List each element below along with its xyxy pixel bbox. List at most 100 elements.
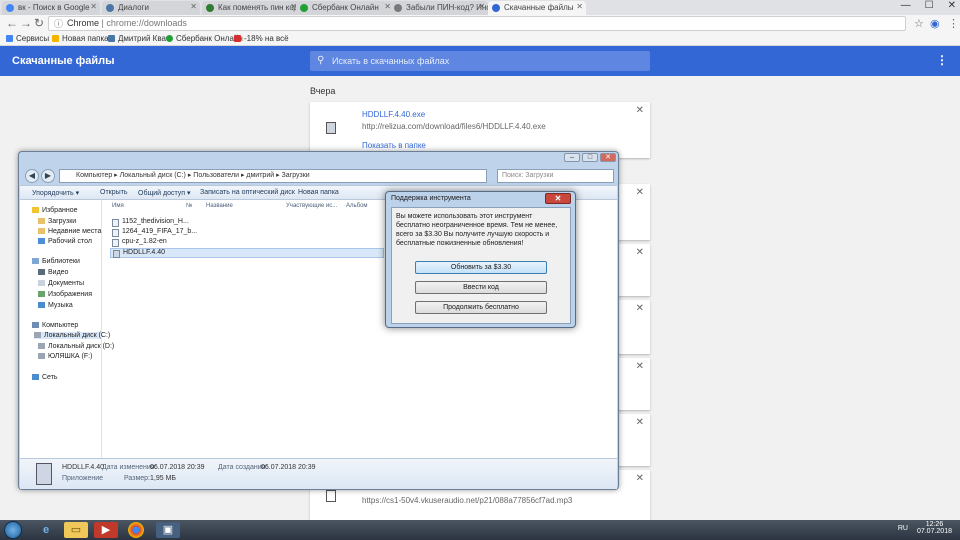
back-icon[interactable]: ← bbox=[6, 16, 18, 30]
tab-forgot-pin[interactable]: Забыли ПИН-код? Инст ✕ bbox=[390, 1, 488, 15]
nav-pictures[interactable]: Изображения bbox=[38, 291, 92, 298]
downloads-search-input[interactable]: ⚲ Искать в скачанных файлах bbox=[310, 51, 650, 71]
column-title[interactable]: Название bbox=[206, 203, 233, 209]
download-icon bbox=[492, 4, 500, 12]
nav-video[interactable]: Видео bbox=[38, 269, 68, 276]
nav-favorites[interactable]: Избранное bbox=[32, 207, 77, 214]
media-player-icon[interactable]: ▶ bbox=[94, 522, 118, 538]
close-tab-icon[interactable]: ✕ bbox=[576, 2, 583, 11]
crumb-drive-c[interactable]: Локальный диск (C:) bbox=[120, 172, 186, 179]
reload-icon[interactable]: ↻ bbox=[34, 16, 44, 30]
burn-button[interactable]: Записать на оптический диск bbox=[200, 189, 295, 196]
omnibox[interactable]: ⓘ Chrome | chrome://downloads bbox=[48, 16, 906, 31]
start-button[interactable] bbox=[4, 521, 22, 539]
nav-network[interactable]: Сеть bbox=[32, 374, 58, 381]
download-url[interactable]: https://cs1-50v4.vkuseraudio.net/p21/088… bbox=[362, 496, 572, 505]
column-name[interactable]: Имя bbox=[112, 203, 124, 209]
nav-downloads[interactable]: Загрузки bbox=[38, 218, 76, 225]
close-tab-icon[interactable]: ✕ bbox=[478, 2, 485, 11]
language-indicator[interactable]: RU bbox=[898, 525, 908, 532]
bookmark-sale[interactable]: -18% на всё bbox=[234, 34, 289, 43]
upgrade-button[interactable]: Обновить за $3.30 bbox=[415, 261, 547, 274]
tab-sberbank[interactable]: Сбербанк Онлайн ✕ bbox=[296, 1, 394, 15]
enter-code-button[interactable]: Ввести код bbox=[415, 281, 547, 294]
open-button[interactable]: Открыть bbox=[100, 189, 128, 196]
new-tab-button[interactable] bbox=[586, 1, 606, 15]
column-album[interactable]: Альбом bbox=[346, 203, 368, 209]
forward-icon[interactable]: → bbox=[20, 16, 32, 30]
download-url[interactable]: http://relizua.com/download/files6/HDDLL… bbox=[362, 122, 546, 131]
file-row[interactable]: 1152_thedivision_H... bbox=[110, 218, 384, 228]
nav-recent-places[interactable]: Недавние места bbox=[38, 228, 101, 235]
dialog-close-button[interactable]: ✕ bbox=[545, 193, 571, 204]
info-icon[interactable]: ⓘ bbox=[54, 18, 63, 31]
hddllf-icon[interactable]: ▣ bbox=[156, 522, 180, 538]
crumb-users[interactable]: Пользователи bbox=[193, 172, 239, 179]
download-card: HDDLLF.4.40.exe http://relizua.com/downl… bbox=[310, 102, 650, 158]
organize-button[interactable]: Упорядочить ▾ bbox=[32, 189, 79, 197]
explorer-close-button[interactable]: ✕ bbox=[600, 153, 616, 162]
explorer-icon[interactable]: ▭ bbox=[64, 522, 88, 538]
tab-downloads[interactable]: Скачанные файлы ✕ bbox=[488, 1, 586, 15]
nav-drive-d[interactable]: Локальный диск (D:) bbox=[38, 343, 114, 350]
close-tab-icon[interactable]: ✕ bbox=[90, 2, 97, 11]
clock[interactable]: 12:26 07.07.2018 bbox=[917, 521, 952, 535]
column-number[interactable]: № bbox=[186, 203, 192, 209]
nav-drive-c[interactable]: Локальный диск (C:) bbox=[34, 332, 110, 339]
nav-drive-f[interactable]: ЮЛЯШКА (F:) bbox=[38, 353, 92, 360]
maximize-button[interactable]: ☐ bbox=[925, 0, 934, 11]
back-icon[interactable]: ◀ bbox=[25, 169, 39, 183]
column-artists[interactable]: Участвующие ис... bbox=[286, 203, 337, 209]
nav-music[interactable]: Музыка bbox=[38, 302, 73, 309]
remove-download-icon[interactable]: ✕ bbox=[636, 361, 644, 372]
bookmark-dmitry[interactable]: Дмитрий Квач bbox=[108, 34, 170, 43]
remove-download-icon[interactable]: ✕ bbox=[636, 303, 644, 314]
file-row-selected[interactable]: HDDLLF.4.40 bbox=[110, 248, 384, 258]
file-row[interactable]: 1264_419_FIFA_17_b... bbox=[110, 228, 384, 238]
chrome-menu-icon[interactable]: ⋮ bbox=[948, 17, 959, 30]
explorer-titlebar[interactable]: – □ ✕ bbox=[19, 152, 618, 168]
chrome-icon[interactable] bbox=[128, 522, 144, 538]
close-window-button[interactable]: ✕ bbox=[948, 0, 956, 11]
crumb-computer[interactable]: Компьютер bbox=[76, 172, 112, 179]
forward-icon[interactable]: ▶ bbox=[41, 169, 55, 183]
extension-icon[interactable]: ◉ bbox=[930, 17, 940, 30]
minimize-button[interactable]: — bbox=[901, 0, 911, 11]
share-button[interactable]: Общий доступ ▾ bbox=[138, 189, 191, 197]
download-file-name[interactable]: HDDLLF.4.40.exe bbox=[362, 110, 425, 119]
more-menu-icon[interactable]: ⋮ bbox=[936, 53, 948, 67]
nav-computer[interactable]: Компьютер bbox=[32, 322, 78, 329]
explorer-search-input[interactable]: Поиск: Загрузки bbox=[497, 169, 614, 183]
remove-download-icon[interactable]: ✕ bbox=[636, 187, 644, 198]
show-in-folder-link[interactable]: Показать в папке bbox=[362, 141, 426, 150]
tab-google-search[interactable]: вк - Поиск в Google ✕ bbox=[2, 1, 100, 15]
bookmark-sberbank[interactable]: Сбербанк Онлайн bbox=[166, 34, 243, 43]
tab-pin-change[interactable]: Как поменять пин код на ✕ bbox=[202, 1, 300, 15]
remove-download-icon[interactable]: ✕ bbox=[636, 247, 644, 258]
explorer-maximize-button[interactable]: □ bbox=[582, 153, 598, 162]
remove-download-icon[interactable]: ✕ bbox=[636, 105, 644, 116]
google-icon bbox=[6, 4, 14, 12]
explorer-address-bar[interactable]: Компьютер ▸ Локальный диск (C:) ▸ Пользо… bbox=[59, 169, 487, 183]
new-folder-button[interactable]: Новая папка bbox=[298, 189, 339, 196]
close-tab-icon[interactable]: ✕ bbox=[190, 2, 197, 11]
continue-free-button[interactable]: Продолжить бесплатно bbox=[415, 301, 547, 314]
remove-download-icon[interactable]: ✕ bbox=[636, 473, 644, 484]
bookmark-new-folder[interactable]: Новая папка bbox=[52, 34, 109, 43]
tab-dialogs[interactable]: Диалоги ✕ bbox=[102, 1, 200, 15]
crumb-user[interactable]: дмитрий bbox=[246, 172, 274, 179]
ie-icon[interactable]: e bbox=[34, 522, 58, 538]
sberbank-icon bbox=[166, 35, 173, 42]
remove-download-icon[interactable]: ✕ bbox=[636, 417, 644, 428]
tab-label: Сбербанк Онлайн bbox=[312, 3, 379, 12]
document-icon bbox=[38, 280, 45, 286]
nav-documents[interactable]: Документы bbox=[38, 280, 84, 287]
explorer-minimize-button[interactable]: – bbox=[564, 153, 580, 162]
star-icon[interactable]: ☆ bbox=[914, 17, 924, 30]
size-label: Размер: bbox=[124, 475, 151, 482]
file-row[interactable]: cpu-z_1.82-en bbox=[110, 238, 384, 248]
nav-libraries[interactable]: Библиотеки bbox=[32, 258, 80, 265]
bookmark-services[interactable]: Сервисы bbox=[6, 34, 49, 43]
crumb-downloads[interactable]: Загрузки bbox=[282, 172, 310, 179]
nav-desktop[interactable]: Рабочий стол bbox=[38, 238, 92, 245]
